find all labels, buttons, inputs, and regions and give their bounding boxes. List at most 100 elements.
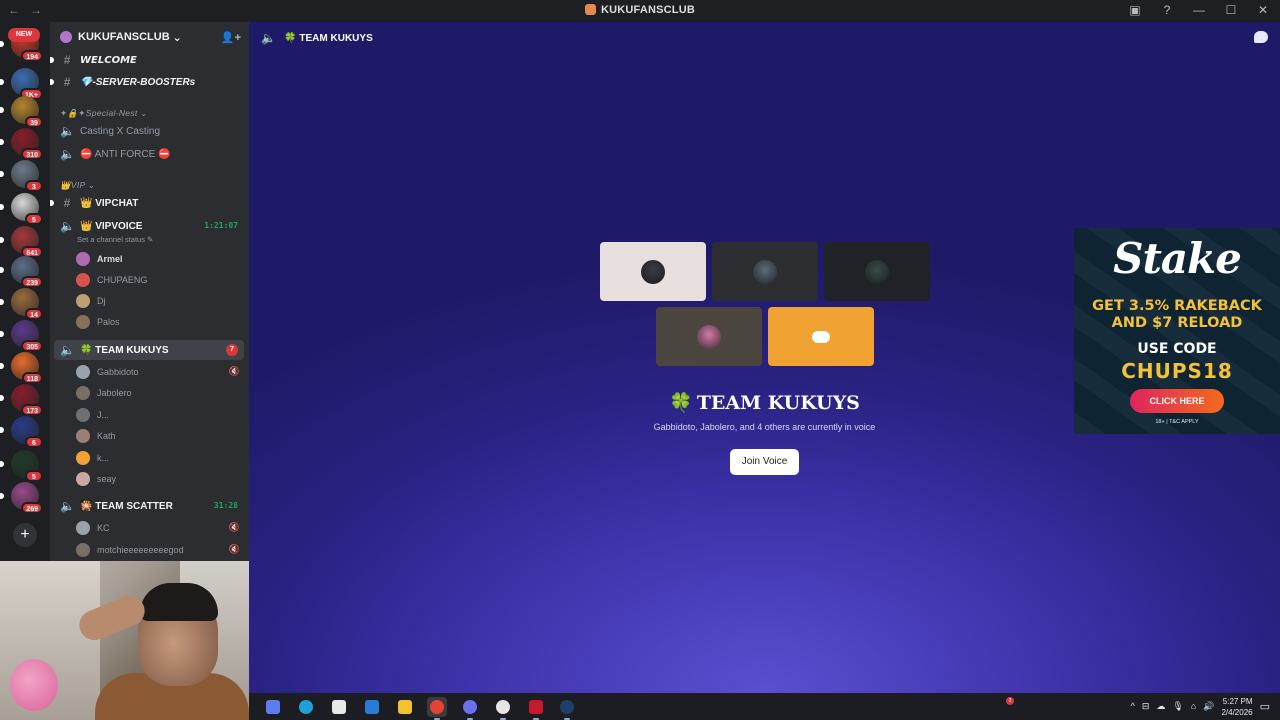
server-icon[interactable]: 269	[11, 482, 43, 514]
server-icon[interactable]: 6	[11, 416, 43, 448]
server-icon[interactable]: 39	[11, 96, 43, 128]
channel-vipvoice[interactable]: 🔈 👑 VIPVOICE 1:21:07	[54, 216, 244, 236]
discord-glyph-icon	[463, 700, 477, 714]
server-unread-pip	[0, 237, 4, 243]
chrome-glyph-icon	[430, 700, 444, 714]
server-unread-pip	[0, 299, 4, 305]
voice-user[interactable]: motchieeeeeeeeegod 🔇	[76, 540, 246, 560]
screen-icon[interactable]: ⊟	[1142, 701, 1150, 712]
notification-center-icon[interactable]: ▭	[1260, 700, 1270, 713]
copilot-icon[interactable]	[263, 697, 283, 717]
volume-icon[interactable]: 🔊	[1203, 701, 1214, 712]
server-icon[interactable]: 5	[11, 193, 43, 225]
voice-user[interactable]: KC 🔇	[76, 518, 246, 538]
participant-tile[interactable]	[824, 242, 930, 301]
category-special-nest[interactable]: ✦🔒✦Special-Nest ⌄	[60, 108, 148, 119]
server-unread-pip	[0, 427, 4, 433]
mail-icon[interactable]	[362, 697, 382, 717]
voice-user[interactable]: Palos	[76, 312, 246, 332]
join-voice-button[interactable]: Join Voice	[730, 449, 799, 475]
server-icon[interactable]: 3	[11, 160, 43, 192]
clock[interactable]: 5:27 PM 2/4/2026	[1221, 696, 1252, 718]
server-icon[interactable]: 1K+	[11, 68, 43, 100]
app-root: ← → KUKUFANSCLUB ▣ ? — ☐ ✕ NEW + 194 1K+ 3…	[0, 0, 1280, 720]
voice-user[interactable]: k...	[76, 448, 246, 468]
avatar	[76, 365, 90, 379]
edge-icon[interactable]	[296, 697, 316, 717]
chrome-icon[interactable]	[427, 697, 447, 720]
inbox-icon[interactable]: ▣	[1128, 3, 1142, 17]
help-icon[interactable]: ?	[1160, 3, 1174, 17]
server-icon[interactable]: 14	[11, 288, 43, 320]
participant-tile[interactable]	[768, 307, 874, 366]
server-icon[interactable]: 5	[11, 450, 43, 482]
voice-user[interactable]: Dj	[76, 291, 246, 311]
server-rail: NEW + 194 1K+ 39 310 3 5 641 239 14 305 118 173 6 5 26…	[0, 22, 50, 562]
network-icon[interactable]: ⌂	[1191, 701, 1196, 712]
channel-server-boosters[interactable]: # 💎-SERVER-BOOSTERs	[50, 72, 244, 92]
category-vip[interactable]: 👑VIP ⌄	[60, 180, 95, 191]
server-header[interactable]: KUKUFANSCLUB ⌄ 👤+	[50, 22, 249, 52]
server-unread-badge: 269	[21, 502, 43, 514]
close-button[interactable]: ✕	[1256, 3, 1270, 17]
obs-icon[interactable]	[493, 697, 513, 720]
server-unread-badge: 5	[25, 470, 43, 482]
channel-label: Casting X Casting	[80, 125, 161, 137]
invite-people-icon[interactable]: 👤+	[221, 31, 241, 44]
voice-user[interactable]: seay	[76, 469, 246, 489]
server-logo-icon	[584, 4, 596, 15]
channel-vipchat[interactable]: # 👑 VIPCHAT	[50, 193, 244, 213]
voice-channel-icon: 🔈	[60, 147, 75, 161]
server-icon[interactable]: 641	[11, 226, 43, 258]
show-hidden-icons-icon[interactable]: ^	[1131, 701, 1135, 712]
steam-icon[interactable]	[557, 697, 577, 720]
voice-user[interactable]: Jabolero	[76, 383, 246, 403]
maximize-button[interactable]: ☐	[1224, 3, 1238, 17]
channel-status-prompt[interactable]: Set a channel status ✎	[77, 235, 153, 244]
explorer-icon[interactable]	[395, 697, 415, 717]
channel-label: 𝙒𝙀𝙇𝘾𝙊𝙈𝙀	[80, 54, 137, 66]
voice-user[interactable]: J...	[76, 405, 246, 425]
participant-tile[interactable]	[600, 242, 706, 301]
voice-user[interactable]: Gabbidoto 🔇	[76, 362, 246, 382]
voice-user[interactable]: Kath	[76, 426, 246, 446]
minimize-button[interactable]: —	[1192, 3, 1206, 17]
voice-user-name: seay	[97, 474, 117, 484]
clock-date: 2/4/2026	[1221, 707, 1253, 717]
server-icon[interactable]: 305	[11, 320, 43, 352]
new-badge[interactable]: NEW	[8, 28, 40, 42]
channel-label: 💎-SERVER-BOOSTERs	[80, 76, 196, 88]
server-icon[interactable]: 310	[11, 128, 43, 160]
server-icon[interactable]: 173	[11, 384, 43, 416]
channel-anti-force[interactable]: 🔈 ⛔ ANTI FORCE ⛔	[54, 144, 244, 164]
app-red-icon[interactable]	[526, 697, 546, 720]
microphone-icon[interactable]: 🎙	[1172, 701, 1183, 712]
chat-icon[interactable]	[1254, 31, 1268, 43]
channel-team-scatter[interactable]: 🔈 🎇 TEAM SCATTER 31:28	[54, 496, 244, 516]
channel-team-kukuys[interactable]: 🔈 🍀 TEAM KUKUYS 7	[54, 340, 244, 360]
avatar	[76, 407, 90, 422]
channel-casting[interactable]: 🔈 Casting X Casting	[54, 121, 244, 141]
server-icon[interactable]: 118	[11, 352, 43, 384]
participant-tile[interactable]	[656, 307, 762, 366]
channel-welcome[interactable]: # 𝙒𝙀𝙇𝘾𝙊𝙈𝙀	[50, 50, 244, 70]
cloud-icon[interactable]: ☁	[1156, 701, 1165, 712]
participant-tile[interactable]	[712, 242, 818, 301]
voice-user[interactable]: Armel	[76, 249, 246, 269]
server-unread-badge: 173	[21, 404, 43, 416]
title-bar: ← → KUKUFANSCLUB ▣ ? — ☐ ✕	[0, 0, 1280, 22]
ad-click-here-button[interactable]: CLICK HERE	[1130, 389, 1224, 413]
discord-icon[interactable]	[460, 697, 480, 720]
avatar	[76, 429, 90, 444]
stake-ad[interactable]: Stake GET 3.5% RAKEBACK AND $7 RELOAD US…	[1074, 228, 1280, 434]
server-icon	[60, 31, 72, 43]
add-server-button[interactable]: +	[13, 523, 37, 547]
store-icon[interactable]	[329, 697, 349, 717]
participant-avatar	[865, 259, 889, 284]
voice-user[interactable]: CHUPAENG	[76, 270, 246, 290]
server-icon[interactable]: 239	[11, 256, 43, 288]
explorer-glyph-icon	[398, 700, 412, 714]
channel-label: 👑 VIPCHAT	[80, 197, 139, 209]
voice-user-name: CHUPAENG	[97, 275, 148, 285]
chevron-down-icon: ⌄	[172, 31, 182, 44]
